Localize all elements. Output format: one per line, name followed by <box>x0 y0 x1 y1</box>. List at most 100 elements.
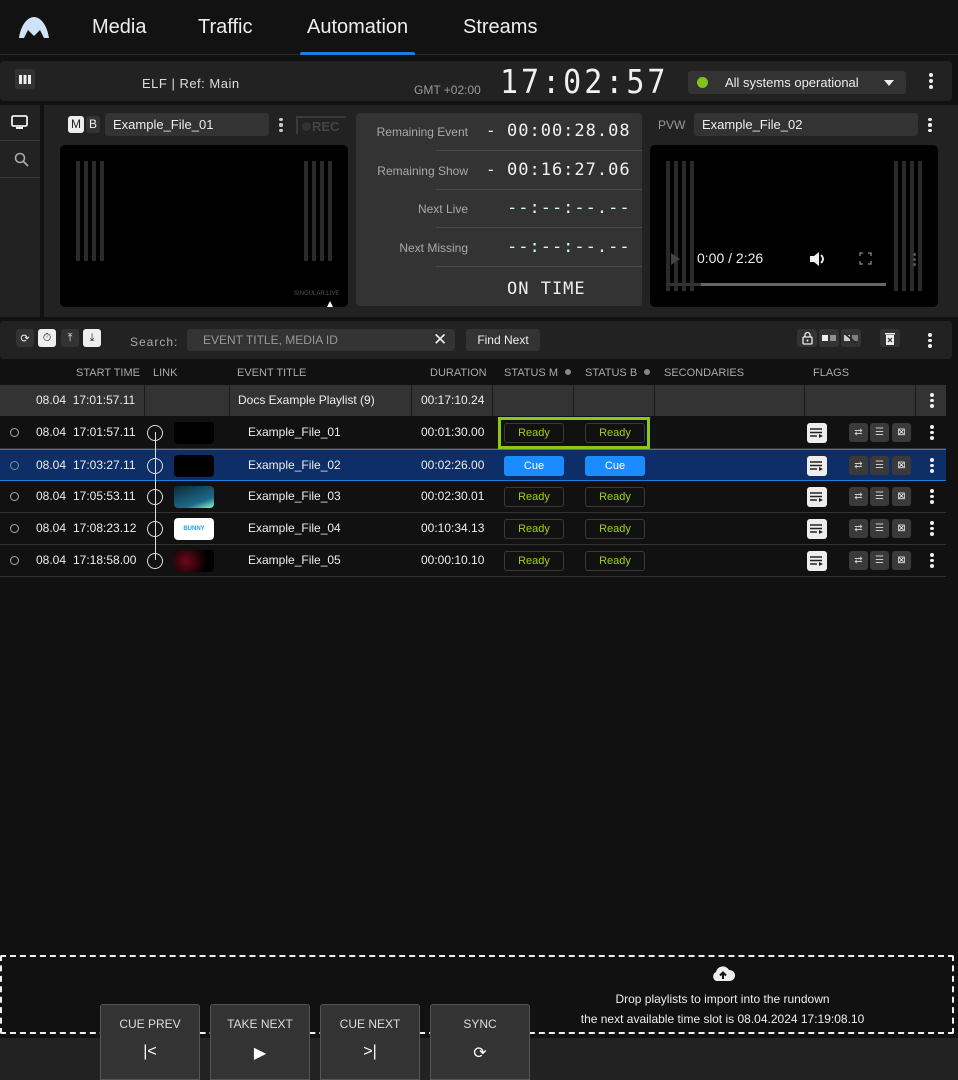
sequence-flag-button[interactable]: ☰ <box>870 519 889 538</box>
channel-label: ELF | Ref: Main <box>142 76 240 91</box>
repeat-icon: ⇄ <box>854 491 863 502</box>
search-tab[interactable] <box>0 142 40 178</box>
status-m-badge[interactable]: Ready <box>504 487 564 507</box>
program-file-field[interactable]: Example_File_01 <box>105 113 269 136</box>
col-link[interactable]: LINK <box>153 367 177 379</box>
playlist-flag-button[interactable] <box>807 551 827 571</box>
program-menu-icon[interactable] <box>278 118 284 132</box>
playlist-flag-button[interactable] <box>807 487 827 507</box>
timer-remaining-event: Remaining Event - 00:00:28.08 <box>356 113 642 151</box>
scroll-bottom-button[interactable]: ⤓ <box>83 329 101 347</box>
tab-automation[interactable]: Automation <box>299 16 416 55</box>
loop-flag-button[interactable]: ⇄ <box>849 423 868 442</box>
status-m-badge[interactable]: Cue <box>504 456 564 476</box>
graphics-off-flag-button[interactable]: ⊠ <box>892 551 911 570</box>
sequence-flag-button[interactable]: ☰ <box>870 456 889 475</box>
thumbnail <box>174 455 214 477</box>
playlist-flag-button[interactable] <box>807 456 827 476</box>
player-menu-icon[interactable] <box>912 252 916 266</box>
search-input[interactable]: EVENT TITLE, MEDIA ID ✕ <box>187 329 455 351</box>
toolbar-menu-icon[interactable] <box>927 333 933 349</box>
table-row[interactable]: 08.04 17:05:53.11 Example_File_03 00:02:… <box>0 481 946 513</box>
find-next-button[interactable]: Find Next <box>466 329 540 351</box>
tab-media[interactable]: Media <box>92 16 146 55</box>
col-duration[interactable]: DURATION <box>430 367 487 379</box>
row-menu-icon[interactable] <box>929 521 935 537</box>
play-icon[interactable] <box>671 253 680 265</box>
timers-panel: Remaining Event - 00:00:28.08 Remaining … <box>356 113 642 306</box>
tab-streams[interactable]: Streams <box>463 16 537 55</box>
table-row[interactable]: 08.04 17:08:23.12 BUNNY Example_File_04 … <box>0 513 946 545</box>
dropzone-line1: Drop playlists to import into the rundow… <box>615 992 830 1006</box>
playlist-row[interactable]: 08.04 17:01:57.11 Docs Example Playlist … <box>0 385 946 416</box>
loop-flag-button[interactable]: ⇄ <box>849 487 868 506</box>
system-status-label: All systems operational <box>725 75 859 90</box>
row-menu-icon[interactable] <box>929 425 935 441</box>
table-row[interactable]: 08.04 17:01:57.11 Example_File_01 00:01:… <box>0 417 946 449</box>
progress-track[interactable] <box>666 283 886 286</box>
row-menu-icon[interactable] <box>929 458 935 474</box>
refresh-button[interactable]: ⟳ <box>16 329 34 347</box>
volume-icon[interactable] <box>809 251 827 267</box>
header-menu-icon[interactable] <box>928 71 934 91</box>
col-secondaries[interactable]: SECONDARIES <box>664 367 744 379</box>
timer-off-button[interactable]: ⏱ <box>38 329 56 347</box>
status-m-badge[interactable]: Ready <box>504 519 564 539</box>
loop-flag-button[interactable]: ⇄ <box>849 551 868 570</box>
app-logo-icon[interactable] <box>17 14 51 40</box>
delete-button[interactable] <box>880 329 900 347</box>
sync-button[interactable]: SYNC ⟳ <box>430 1004 530 1080</box>
timezone-label: GMT +02:00 <box>414 83 481 97</box>
lock-button[interactable] <box>797 329 817 347</box>
table-row[interactable]: 08.04 17:18:58.00 Example_File_05 00:00:… <box>0 545 946 577</box>
status-b-badge[interactable]: Ready <box>585 519 645 539</box>
graphics-off-flag-button[interactable]: ⊠ <box>892 487 911 506</box>
sequence-flag-button[interactable]: ☰ <box>870 551 889 570</box>
row-menu-icon[interactable] <box>929 553 935 569</box>
playlist-flag-button[interactable] <box>807 519 827 539</box>
graphics-off-flag-button[interactable]: ⊠ <box>892 423 911 442</box>
table-row-selected[interactable]: 08.04 17:03:27.11 Example_File_02 00:02:… <box>0 449 946 481</box>
layout-toggle-button[interactable] <box>15 69 35 89</box>
preview-file-field[interactable]: Example_File_02 <box>694 113 918 136</box>
preview-menu-icon[interactable] <box>927 118 933 132</box>
status-b-badge[interactable]: Cue <box>585 456 645 476</box>
playlist-menu-icon[interactable] <box>929 393 935 409</box>
tab-traffic[interactable]: Traffic <box>198 16 252 55</box>
playlist-play-icon <box>810 492 823 502</box>
columns-icon <box>19 74 31 84</box>
backup-badge[interactable]: B <box>86 116 100 133</box>
row-menu-icon[interactable] <box>929 489 935 505</box>
monitor-tab[interactable] <box>0 105 40 141</box>
playlist-flag-button[interactable] <box>807 423 827 443</box>
program-video[interactable]: SINGULAR.LIVE <box>60 145 348 307</box>
col-start-time[interactable]: START TIME <box>76 367 140 379</box>
preview-video-player[interactable]: 0:00 / 2:26 <box>650 145 938 307</box>
col-flags[interactable]: FLAGS <box>813 367 849 379</box>
image-off-icon: ⊠ <box>897 523 906 534</box>
sequence-flag-button[interactable]: ☰ <box>870 423 889 442</box>
show-secondaries-button[interactable] <box>819 329 839 347</box>
rundown-toolbar: ⟳ ⏱ ⤒ ⤓ Search: EVENT TITLE, MEDIA ID ✕ … <box>0 321 952 359</box>
fullscreen-icon[interactable] <box>859 252 872 265</box>
status-b-badge[interactable]: Ready <box>585 551 645 571</box>
playlist-link-cell <box>145 385 230 416</box>
main-badge[interactable]: M <box>68 116 84 133</box>
col-event-title[interactable]: EVENT TITLE <box>237 367 306 379</box>
take-next-button[interactable]: TAKE NEXT ▶ <box>210 1004 310 1080</box>
sequence-flag-button[interactable]: ☰ <box>870 487 889 506</box>
scroll-top-button[interactable]: ⤒ <box>61 329 79 347</box>
col-status-m[interactable]: STATUS M <box>504 367 571 379</box>
status-m-badge[interactable]: Ready <box>504 551 564 571</box>
graphics-off-flag-button[interactable]: ⊠ <box>892 519 911 538</box>
cue-prev-button[interactable]: CUE PREV |< <box>100 1004 200 1080</box>
loop-flag-button[interactable]: ⇄ <box>849 456 868 475</box>
status-b-badge[interactable]: Ready <box>585 487 645 507</box>
loop-flag-button[interactable]: ⇄ <box>849 519 868 538</box>
hide-secondaries-button[interactable] <box>841 329 861 347</box>
col-status-b[interactable]: STATUS B <box>585 367 651 379</box>
graphics-off-flag-button[interactable]: ⊠ <box>892 456 911 475</box>
clear-search-icon[interactable]: ✕ <box>433 330 447 350</box>
system-status-dropdown[interactable]: All systems operational <box>688 71 906 94</box>
cue-next-button[interactable]: CUE NEXT >| <box>320 1004 420 1080</box>
